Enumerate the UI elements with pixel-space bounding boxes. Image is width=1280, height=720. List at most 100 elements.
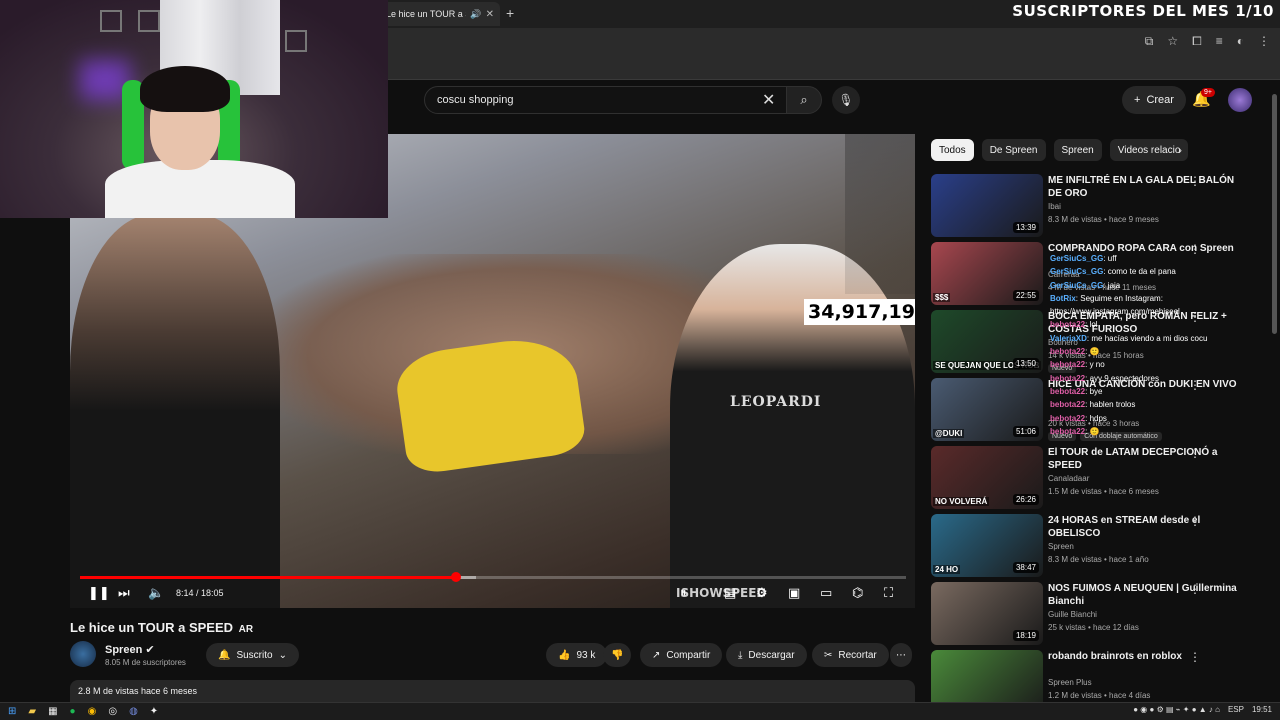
recommendation-item[interactable]: 18:19 NOS FUIMOS A NEUQUEN | Guillermina … xyxy=(931,582,1266,646)
taskbar-app-icon[interactable]: ▦ xyxy=(48,706,57,717)
create-button[interactable]: + Crear xyxy=(1122,86,1186,114)
autoplay-toggle-icon[interactable]: ⏸ xyxy=(680,585,687,601)
recommendation-item[interactable]: 24 HO 38:47 24 HORAS en STREAM desde el OB… xyxy=(931,514,1266,578)
browser-tab[interactable]: Le hice un TOUR a SP 🔊 ✕ xyxy=(380,2,500,26)
chat-username: BotRix xyxy=(1050,293,1076,303)
clip-button[interactable]: ✂ Recortar xyxy=(812,643,889,667)
page-scrollbar[interactable] xyxy=(1272,94,1277,334)
voice-search-button[interactable]: 🎙 xyxy=(832,86,860,114)
chip-2[interactable]: Spreen xyxy=(1053,139,1102,161)
theater-mode-icon[interactable]: ▭ xyxy=(820,585,832,601)
chevron-right-icon[interactable]: › xyxy=(1178,143,1182,157)
recommendation-channel[interactable]: Canaladaar xyxy=(1048,474,1089,483)
chat-text: : como te da el pana xyxy=(1103,267,1176,277)
new-tab-button[interactable]: + xyxy=(506,5,514,21)
share-button[interactable]: ↗ Compartir xyxy=(640,643,723,667)
chat-text: : hablen trolos xyxy=(1085,400,1136,410)
bookmark-star-icon[interactable]: ☆ xyxy=(1167,34,1178,49)
recommendation-meta: 8.3 M de vistas • hace 9 meses xyxy=(1048,215,1159,224)
playlist-icon[interactable]: ≡ xyxy=(1216,34,1223,49)
browser-icon[interactable]: ◎ xyxy=(108,706,117,717)
video-title: Le hice un TOUR a SPEED AR xyxy=(70,620,253,635)
fullscreen-icon[interactable]: ⛶ xyxy=(884,585,893,601)
progress-bar[interactable] xyxy=(80,572,906,582)
recommendation-channel[interactable]: Spreen Plus xyxy=(1048,678,1092,687)
recommendation-thumbnail[interactable]: 24 HO 38:47 xyxy=(931,514,1043,577)
speaker-icon[interactable]: 🔊 xyxy=(470,9,481,20)
more-actions-button[interactable]: ⋯ xyxy=(890,643,912,667)
close-tab-icon[interactable]: ✕ xyxy=(486,9,494,20)
mic-icon: 🎙 xyxy=(838,93,854,107)
more-options-icon[interactable]: ⋮ xyxy=(1189,582,1201,596)
file-explorer-icon[interactable]: ▰ xyxy=(28,706,36,717)
chip-1[interactable]: De Spreen xyxy=(981,139,1046,161)
next-icon[interactable]: ⏭ xyxy=(118,585,130,601)
chat-username: bebota22 xyxy=(1050,347,1086,357)
install-icon[interactable]: ⧉ xyxy=(1145,34,1154,49)
download-button[interactable]: ⤓ Descargar xyxy=(726,643,807,667)
channel-name[interactable]: Spreen ✔ xyxy=(105,643,155,656)
clear-search-icon[interactable]: ✕ xyxy=(762,90,775,110)
subtitles-icon[interactable]: ▤ xyxy=(724,585,736,601)
like-button[interactable]: 👍 93 k xyxy=(546,643,608,667)
progress-scrubber[interactable] xyxy=(450,572,461,582)
pause-icon[interactable]: ❚❚ xyxy=(88,585,110,601)
more-options-icon[interactable]: ⋮ xyxy=(1189,446,1201,460)
create-label: Crear xyxy=(1146,94,1174,106)
miniplayer-icon[interactable]: ▣ xyxy=(788,585,800,601)
cast-icon[interactable]: ⌬ xyxy=(852,585,863,601)
recommendation-thumbnail[interactable]: NO VOLVERÁ 26:26 xyxy=(931,446,1043,509)
tray-icons[interactable]: ● ◉ ● ⚙ ▤ ⌁ ✦ ● ▲ ♪ ⌂ xyxy=(1133,705,1220,714)
thumbs-down-icon: 👎 xyxy=(611,649,624,661)
windows-start-icon[interactable]: ⊞ xyxy=(8,706,16,717)
chat-message: bebota22: 🙂 xyxy=(1050,425,1240,438)
more-options-icon[interactable]: ⋮ xyxy=(1189,514,1201,528)
recommendation-title[interactable]: NOS FUIMOS A NEUQUEN | Guillermina Bianc… xyxy=(1048,582,1248,608)
shirt-print: LEOPARDI xyxy=(730,394,822,410)
search-value: coscu shopping xyxy=(437,94,514,106)
recommendation-item[interactable]: 13:39 ME INFILTRÉ EN LA GALA DEL BALÓN DE… xyxy=(931,174,1266,238)
recommendation-thumbnail[interactable]: SE QUEJAN QUE LOS ROB 13:50 xyxy=(931,310,1043,373)
recommendation-item[interactable]: NO VOLVERÁ 26:26 El TOUR de LATAM DECEPCIO… xyxy=(931,446,1266,510)
extensions-icon[interactable]: ⧠ xyxy=(1192,34,1202,49)
subscribed-button[interactable]: 🔔 Suscrito ⌄ xyxy=(206,643,299,667)
channel-avatar[interactable] xyxy=(70,641,96,667)
recommendation-title[interactable]: robando brainrots en roblox xyxy=(1048,650,1248,663)
chrome-icon[interactable]: ◉ xyxy=(88,706,97,717)
browser-tab-title: Le hice un TOUR a SP xyxy=(386,9,466,19)
chip-3[interactable]: Videos relacio xyxy=(1109,139,1189,161)
plus-icon: + xyxy=(1134,94,1141,106)
recommendation-title[interactable]: 24 HORAS en STREAM desde el OBELISCO xyxy=(1048,514,1248,540)
volume-icon[interactable]: 🔈 xyxy=(148,585,164,601)
chat-username: GerSiuCs_GG xyxy=(1050,267,1104,277)
input-language[interactable]: ESP xyxy=(1228,705,1244,714)
account-avatar[interactable] xyxy=(1228,88,1252,112)
settings-gear-icon[interactable]: ⚙ xyxy=(756,585,768,601)
recommendation-thumbnail[interactable]: $$$ 22:55 xyxy=(931,242,1043,305)
recommendation-thumbnail[interactable]: 13:39 xyxy=(931,174,1043,237)
recommendation-channel[interactable]: Spreen xyxy=(1048,542,1074,551)
recommendation-title[interactable]: El TOUR de LATAM DECEPCIONÓ a SPEED xyxy=(1048,446,1248,472)
recommendation-channel[interactable]: Guille Bianchi xyxy=(1048,610,1097,619)
overlay-subs-title: SUSCRIPTORES DEL MES 1/10 xyxy=(1012,2,1274,20)
spotify-icon[interactable]: ● xyxy=(70,706,76,717)
chat-message: ValeriaXD: me hacías viendo a mi dios co… xyxy=(1050,332,1240,345)
discord-icon[interactable]: ◍ xyxy=(129,706,138,717)
clock[interactable]: 19:51 xyxy=(1252,705,1272,714)
more-options-icon[interactable]: ⋮ xyxy=(1189,174,1201,188)
recommendation-channel[interactable]: Ibai xyxy=(1048,202,1061,211)
description-box[interactable]: 2.8 M de vistas hace 6 meses xyxy=(70,680,915,702)
thumbnail-label: @DUKI xyxy=(933,429,965,438)
taskbar-app-icon[interactable]: ✦ xyxy=(150,706,158,717)
video-watermark: ISHOWSPEED xyxy=(676,586,767,600)
profile-icon[interactable]: ◐ xyxy=(1237,34,1244,49)
recommendation-title[interactable]: ME INFILTRÉ EN LA GALA DEL BALÓN DE ORO xyxy=(1048,174,1248,200)
recommendation-thumbnail[interactable]: @DUKI 51:06 xyxy=(931,378,1043,441)
dislike-button[interactable]: 👎 xyxy=(603,643,632,667)
more-options-icon[interactable]: ⋮ xyxy=(1189,650,1201,664)
recommendation-thumbnail[interactable]: 18:19 xyxy=(931,582,1043,645)
search-input[interactable]: coscu shopping xyxy=(424,86,788,114)
search-button[interactable]: ⌕ xyxy=(786,86,822,114)
menu-icon[interactable]: ⋮ xyxy=(1258,34,1270,49)
chip-0[interactable]: Todos xyxy=(931,139,974,161)
